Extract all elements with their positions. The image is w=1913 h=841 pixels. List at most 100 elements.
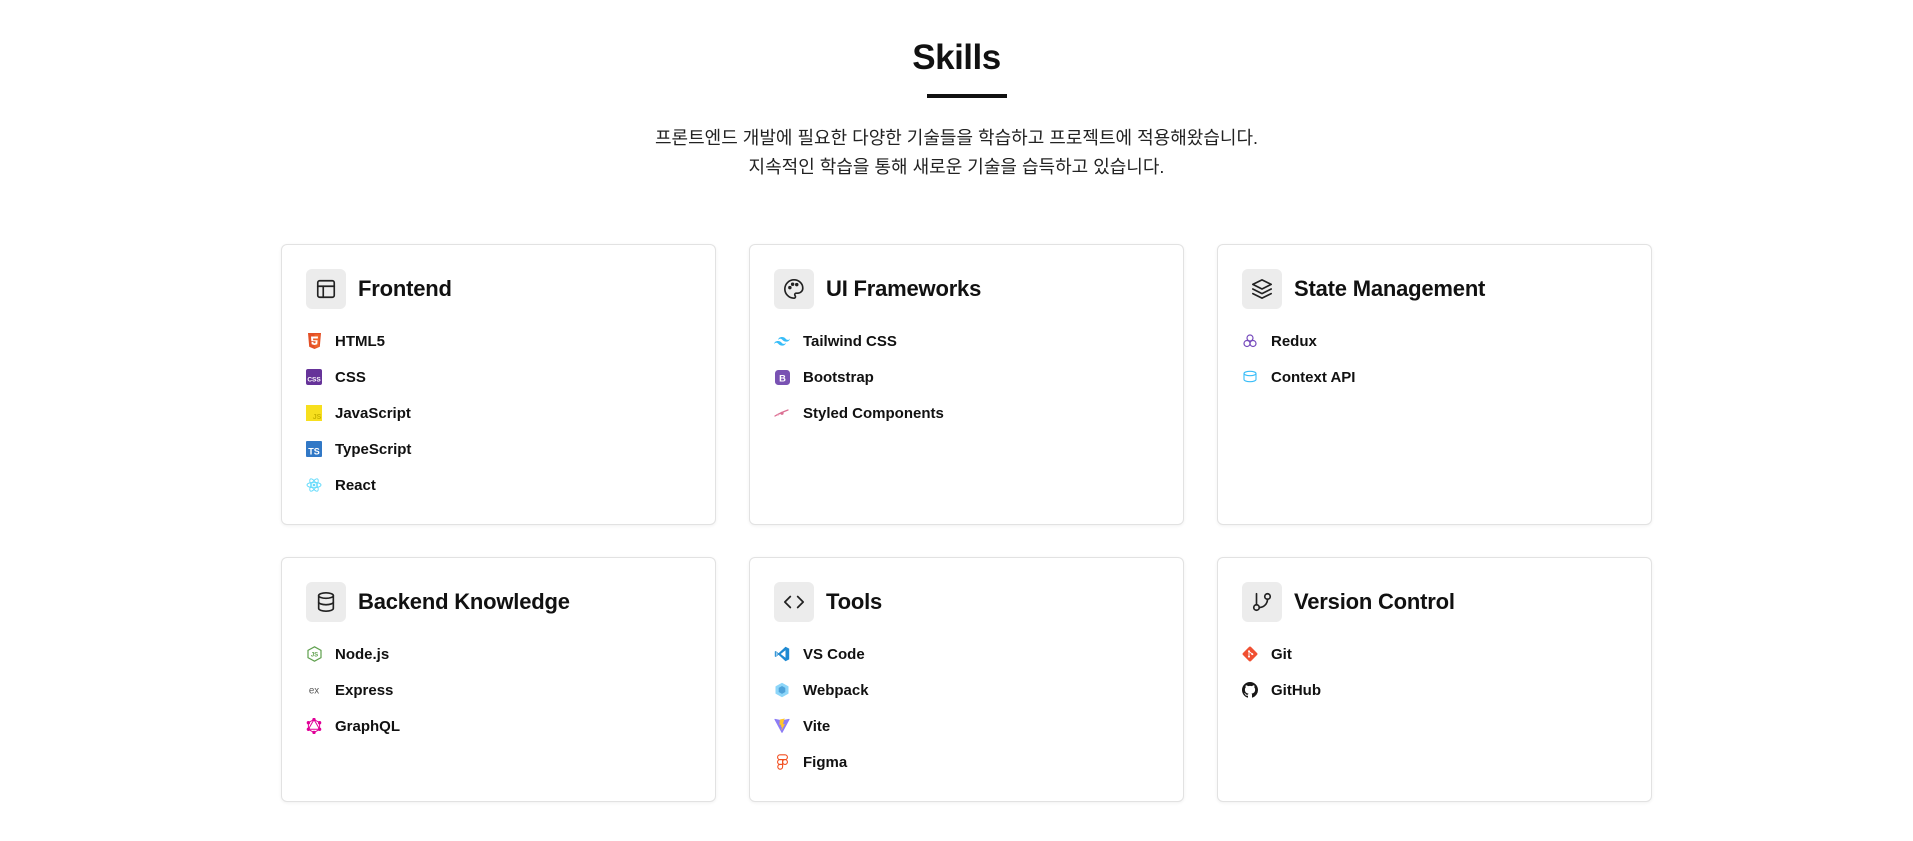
svg-text:TS: TS: [308, 447, 320, 457]
palette-icon: [774, 269, 814, 309]
database-icon: [306, 582, 346, 622]
skill-card-state-management: State Management Redux Context API: [1217, 244, 1652, 525]
skill-label: Webpack: [803, 681, 869, 699]
redux-icon: [1242, 333, 1258, 349]
skill-label: Node.js: [335, 645, 390, 663]
svg-text:JS: JS: [313, 414, 322, 421]
skill-card-version-control: Version Control Git GitHub: [1217, 557, 1652, 802]
skill-list: HTML5 CSS CSS JS JavaScript TS TypeScrip…: [306, 323, 691, 503]
skill-card-tools: Tools VS Code Webpack Vite Figma: [749, 557, 1184, 802]
skill-item-redux: Redux: [1242, 323, 1627, 359]
skill-label: GraphQL: [335, 717, 401, 735]
skill-item-css: CSS CSS: [306, 359, 691, 395]
card-header: UI Frameworks: [774, 269, 1159, 309]
skills-section: Skills 프론트엔드 개발에 필요한 다양한 기술들을 학습하고 프로젝트에…: [0, 0, 1913, 841]
git-icon: [1242, 646, 1258, 662]
react-icon: [306, 477, 322, 493]
skills-grid: Frontend HTML5 CSS CSS JS JavaScript TS …: [281, 244, 1654, 802]
skill-label: Bootstrap: [803, 368, 874, 386]
layout-icon: [306, 269, 346, 309]
card-header: Tools: [774, 582, 1159, 622]
vite-icon: [774, 718, 790, 734]
skill-label: Tailwind CSS: [803, 332, 897, 350]
skill-item-express: ex Express: [306, 672, 691, 708]
context-api-icon: [1242, 369, 1258, 385]
skill-item-javascript: JS JavaScript: [306, 395, 691, 431]
skill-item-tailwind: Tailwind CSS: [774, 323, 1159, 359]
skill-label: CSS: [335, 368, 366, 386]
card-title: Backend Knowledge: [358, 589, 570, 614]
card-title: UI Frameworks: [826, 276, 982, 301]
skill-item-styled-components: Styled Components: [774, 395, 1159, 431]
svg-text:CSS: CSS: [307, 377, 321, 384]
svg-text:B: B: [779, 373, 786, 383]
card-title: Version Control: [1294, 589, 1455, 614]
skill-label: TypeScript: [335, 440, 412, 458]
skill-label: HTML5: [335, 332, 385, 350]
graphql-icon: [306, 718, 322, 734]
skill-label: JavaScript: [335, 404, 411, 422]
card-header: Frontend: [306, 269, 691, 309]
card-header: State Management: [1242, 269, 1627, 309]
card-header: Backend Knowledge: [306, 582, 691, 622]
webpack-icon: [774, 682, 790, 698]
skill-list: Tailwind CSS B Bootstrap Styled Componen…: [774, 323, 1159, 431]
title-underline: [927, 94, 1007, 98]
github-icon: [1242, 682, 1258, 698]
skill-label: Styled Components: [803, 404, 944, 422]
html5-icon: [306, 333, 322, 349]
javascript-icon: JS: [306, 405, 322, 421]
typescript-icon: TS: [306, 441, 322, 457]
skill-item-bootstrap: B Bootstrap: [774, 359, 1159, 395]
skill-item-nodejs: JS Node.js: [306, 636, 691, 672]
description-line-2: 지속적인 학습을 통해 새로운 기술을 습득하고 있습니다.: [748, 157, 1165, 177]
layers-icon: [1242, 269, 1282, 309]
tailwind-icon: [774, 333, 790, 349]
skill-card-backend-knowledge: Backend Knowledge JS Node.js ex Express: [281, 557, 716, 802]
svg-text:ex: ex: [309, 686, 319, 696]
skill-list: Git GitHub: [1242, 636, 1627, 708]
skill-list: JS Node.js ex Express GraphQL: [306, 636, 691, 744]
skill-label: VS Code: [803, 645, 865, 663]
skill-label: Express: [335, 681, 394, 699]
skill-card-frontend: Frontend HTML5 CSS CSS JS JavaScript TS …: [281, 244, 716, 525]
skill-label: GitHub: [1271, 681, 1321, 699]
skill-label: Redux: [1271, 332, 1317, 350]
styled-components-icon: [774, 405, 790, 421]
skill-label: Vite: [803, 717, 831, 735]
skill-item-vscode: VS Code: [774, 636, 1159, 672]
skill-item-html5: HTML5: [306, 323, 691, 359]
skill-item-context-api: Context API: [1242, 359, 1627, 395]
skill-list: Redux Context API: [1242, 323, 1627, 395]
skill-item-vite: Vite: [774, 708, 1159, 744]
description-line-1: 프론트엔드 개발에 필요한 다양한 기술들을 학습하고 프로젝트에 적용해왔습니…: [654, 128, 1259, 148]
skill-card-ui-frameworks: UI Frameworks Tailwind CSS B Bootstrap S…: [749, 244, 1184, 525]
bootstrap-icon: B: [774, 369, 790, 385]
nodejs-icon: JS: [306, 646, 322, 662]
card-title: Tools: [826, 589, 883, 614]
skill-label: Figma: [803, 753, 848, 771]
vscode-icon: [774, 646, 790, 662]
skill-label: Context API: [1271, 368, 1356, 386]
skill-item-react: React: [306, 467, 691, 503]
express-icon: ex: [306, 682, 322, 698]
skill-label: React: [335, 476, 376, 494]
skill-item-git: Git: [1242, 636, 1627, 672]
skill-list: VS Code Webpack Vite Figma: [774, 636, 1159, 780]
git-branch-icon: [1242, 582, 1282, 622]
skill-label: Git: [1271, 645, 1292, 663]
section-title: Skills: [912, 38, 1001, 77]
card-title: State Management: [1294, 276, 1486, 301]
code-icon: [774, 582, 814, 622]
svg-text:JS: JS: [310, 653, 317, 659]
skill-item-webpack: Webpack: [774, 672, 1159, 708]
skill-item-figma: Figma: [774, 744, 1159, 780]
card-title: Frontend: [358, 276, 452, 301]
section-description: 프론트엔드 개발에 필요한 다양한 기술들을 학습하고 프로젝트에 적용해왔습니…: [0, 124, 1913, 182]
figma-icon: [774, 754, 790, 770]
skill-item-github: GitHub: [1242, 672, 1627, 708]
css-icon: CSS: [306, 369, 322, 385]
skill-item-graphql: GraphQL: [306, 708, 691, 744]
card-header: Version Control: [1242, 582, 1627, 622]
skill-item-typescript: TS TypeScript: [306, 431, 691, 467]
